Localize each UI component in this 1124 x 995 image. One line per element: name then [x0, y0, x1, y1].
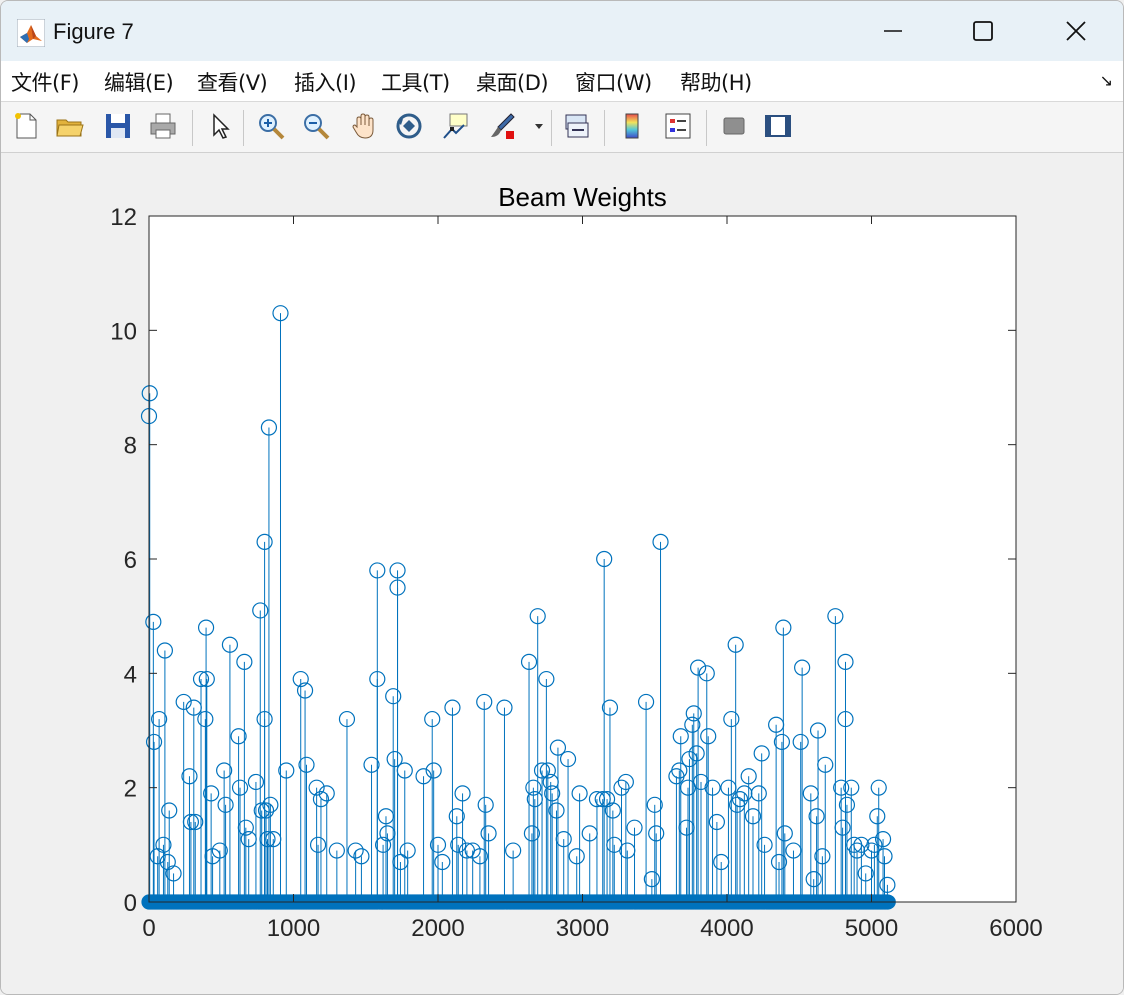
- stem-plot[interactable]: 0 1000 2000 3000 4000 5000 6000 0 2 4 6 8 10 12 Beam …: [1, 153, 1123, 991]
- show-plot-tools-icon: [765, 115, 791, 137]
- print-button[interactable]: [146, 109, 180, 143]
- y-tick-label: 6: [124, 547, 137, 574]
- close-icon: [1066, 21, 1086, 41]
- data-cursor-icon: [443, 113, 468, 139]
- toolbar-separator: [604, 110, 605, 146]
- y-tick-label: 4: [124, 661, 137, 688]
- zoom-out-button[interactable]: [299, 109, 333, 143]
- window-title: Figure 7: [53, 19, 134, 44]
- x-tick-label: 4000: [700, 915, 753, 942]
- brush-icon: [491, 113, 515, 139]
- x-tick-label: 2000: [411, 915, 464, 942]
- close-button[interactable]: [1054, 11, 1098, 51]
- brush-dropdown[interactable]: [531, 109, 547, 143]
- pan-button[interactable]: [347, 109, 381, 143]
- hide-plot-tools-button[interactable]: [717, 109, 751, 143]
- menu-tools[interactable]: 工具(T): [381, 67, 450, 97]
- pointer-icon: [213, 113, 230, 139]
- y-tick-label: 2: [124, 776, 137, 803]
- x-tick-label: 6000: [989, 915, 1042, 942]
- save-icon: [106, 114, 130, 138]
- minimize-button[interactable]: [871, 11, 915, 51]
- toolbar-separator: [192, 110, 193, 146]
- toolbar-separator: [706, 110, 707, 146]
- maximize-button[interactable]: [961, 11, 1005, 51]
- figure-window: Figure 7 文件(F) 编辑(E) 查看(V) 插入(I) 工具(T) 桌…: [0, 0, 1124, 995]
- hide-plot-tools-icon: [723, 117, 745, 135]
- menu-insert[interactable]: 插入(I): [294, 67, 357, 97]
- figure-toolbar: [1, 102, 1123, 153]
- colorbar-button[interactable]: [615, 109, 649, 143]
- x-tick-label: 5000: [845, 915, 898, 942]
- new-figure-icon: [15, 113, 37, 139]
- zoom-out-icon: [304, 114, 330, 140]
- maximize-icon: [973, 21, 993, 41]
- menu-view[interactable]: 查看(V): [197, 67, 268, 97]
- show-plot-tools-button[interactable]: [761, 109, 795, 143]
- y-tick-label: 8: [124, 433, 137, 460]
- axes-background: [149, 216, 1016, 902]
- link-plot-button[interactable]: [560, 109, 594, 143]
- chart-title: Beam Weights: [498, 182, 667, 212]
- x-tick-label: 3000: [556, 915, 609, 942]
- save-button[interactable]: [101, 109, 135, 143]
- brush-button[interactable]: [485, 109, 519, 143]
- figure-canvas[interactable]: 0 1000 2000 3000 4000 5000 6000 0 2 4 6 8 10 12 Beam …: [1, 153, 1123, 994]
- menu-window[interactable]: 窗口(W): [575, 67, 652, 97]
- legend-button[interactable]: [661, 109, 695, 143]
- y-tick-label: 12: [110, 204, 137, 231]
- minimize-icon: [884, 30, 902, 32]
- y-tick-label: 10: [110, 318, 137, 345]
- legend-icon: [665, 113, 691, 139]
- toolbar-separator: [551, 110, 552, 146]
- open-file-button[interactable]: [53, 109, 87, 143]
- pointer-button[interactable]: [203, 109, 237, 143]
- x-tick-label: 1000: [267, 915, 320, 942]
- title-bar[interactable]: Figure 7: [1, 1, 1123, 61]
- chevron-down-icon: [535, 124, 543, 129]
- x-tick-label: 0: [142, 915, 155, 942]
- pan-icon: [352, 113, 374, 139]
- rotate-3d-icon: [396, 113, 422, 139]
- print-icon: [150, 113, 176, 139]
- menu-bar: 文件(F) 编辑(E) 查看(V) 插入(I) 工具(T) 桌面(D) 窗口(W…: [1, 61, 1123, 102]
- zoom-in-button[interactable]: [254, 109, 288, 143]
- menu-file[interactable]: 文件(F): [11, 67, 79, 97]
- data-cursor-button[interactable]: [438, 109, 472, 143]
- menu-desktop[interactable]: 桌面(D): [476, 67, 549, 97]
- new-figure-button[interactable]: [9, 109, 43, 143]
- rotate-3d-button[interactable]: [392, 109, 426, 143]
- colorbar-icon: [625, 113, 639, 139]
- arrow-icon[interactable]: ↘: [1100, 71, 1113, 91]
- toolbar-separator: [243, 110, 244, 146]
- y-tick-label: 0: [124, 890, 137, 917]
- open-file-icon: [56, 119, 84, 137]
- matlab-logo-icon: [17, 19, 45, 47]
- menu-edit[interactable]: 编辑(E): [104, 67, 174, 97]
- link-plot-icon: [565, 114, 589, 138]
- zoom-in-icon: [259, 114, 285, 140]
- menu-help[interactable]: 帮助(H): [680, 67, 752, 97]
